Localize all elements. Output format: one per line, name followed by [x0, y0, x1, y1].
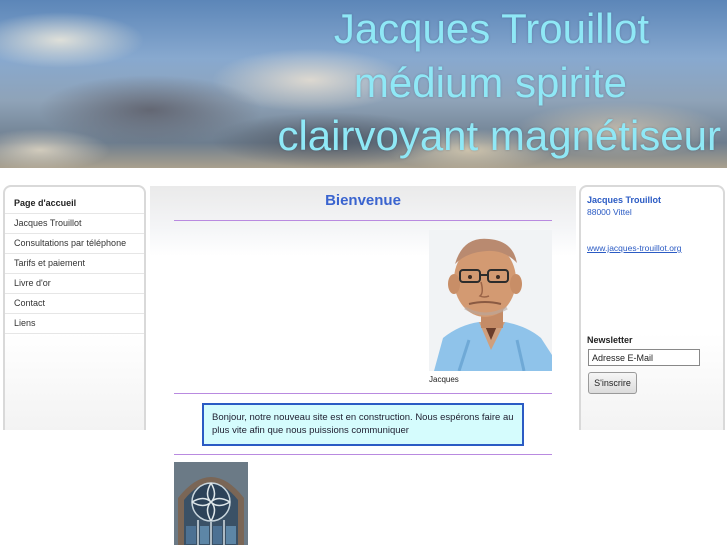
- header-banner: Jacques Trouillot médium spirite clairvo…: [0, 0, 727, 168]
- newsletter-email-input[interactable]: [588, 349, 700, 366]
- nav-list: Page d'accueil Jacques Trouillot Consult…: [5, 194, 144, 334]
- site-title-line-1: Jacques Trouillot: [333, 5, 649, 52]
- nav-item-liens[interactable]: Liens: [5, 314, 144, 334]
- photo-caption: Jacques: [429, 375, 459, 384]
- stained-glass-image: [174, 462, 248, 545]
- divider: [174, 454, 552, 455]
- site-title-line-3: clairvoyant magnétiseur: [277, 112, 721, 159]
- nav-item-home[interactable]: Page d'accueil: [5, 194, 144, 214]
- left-navigation: Page d'accueil Jacques Trouillot Consult…: [3, 185, 146, 430]
- divider: [174, 393, 552, 394]
- contact-city: 88000 Vittel: [587, 207, 632, 217]
- website-link[interactable]: www.jacques-trouillot.org: [587, 243, 681, 253]
- nav-item-livre-dor[interactable]: Livre d'or: [5, 274, 144, 294]
- construction-notice: Bonjour, notre nouveau site est en const…: [202, 403, 524, 446]
- divider: [174, 220, 552, 221]
- subscribe-button[interactable]: S'inscrire: [588, 372, 637, 394]
- contact-name: Jacques Trouillot: [587, 195, 662, 205]
- newsletter-heading: Newsletter: [587, 335, 633, 345]
- nav-item-tarifs[interactable]: Tarifs et paiement: [5, 254, 144, 274]
- nav-item-contact[interactable]: Contact: [5, 294, 144, 314]
- nav-item-jacques-trouillot[interactable]: Jacques Trouillot: [5, 214, 144, 234]
- portrait-photo: [429, 230, 552, 371]
- nav-item-consultations[interactable]: Consultations par téléphone: [5, 234, 144, 254]
- site-title-line-2: médium spirite: [353, 59, 627, 106]
- page-title: Bienvenue: [325, 192, 401, 209]
